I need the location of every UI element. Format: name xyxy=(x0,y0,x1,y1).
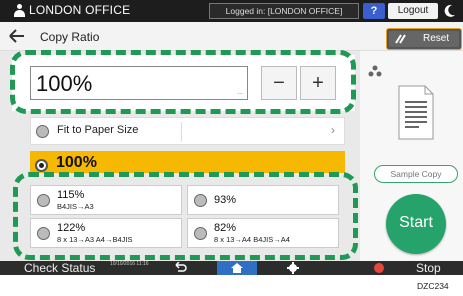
home-icon xyxy=(231,263,243,273)
sample-copy-button[interactable]: Sample Copy xyxy=(374,165,458,183)
eraser-icon xyxy=(395,34,406,44)
user-icon xyxy=(14,4,25,17)
highlight-preset-ratios xyxy=(13,172,358,260)
highlight-ratio-entry xyxy=(10,50,356,114)
divider xyxy=(181,122,182,142)
chevron-right-icon: › xyxy=(331,123,335,137)
radio-button[interactable] xyxy=(36,125,49,138)
home-button[interactable] xyxy=(217,261,257,275)
selected-ratio-option[interactable]: 100% xyxy=(30,151,345,173)
office-name: LONDON OFFICE xyxy=(29,3,131,17)
fit-to-paper-size-label: Fit to Paper Size xyxy=(57,124,139,136)
reset-label: Reset xyxy=(423,33,450,44)
back-arrow-icon[interactable] xyxy=(8,28,26,44)
return-arrow-icon[interactable] xyxy=(173,262,187,274)
stop-button[interactable]: Stop xyxy=(416,261,441,275)
start-label: Start xyxy=(399,214,433,231)
help-button[interactable]: ? xyxy=(363,3,385,19)
start-button[interactable]: Start xyxy=(386,194,446,254)
logout-button[interactable]: Logout xyxy=(388,3,438,19)
reset-button[interactable]: Reset xyxy=(386,28,462,50)
check-status-button[interactable]: Check Status xyxy=(24,261,95,275)
selected-ratio-label: 100% xyxy=(56,154,97,171)
top-status-bar: LONDON OFFICE Logged in: [LONDON OFFICE]… xyxy=(0,0,463,22)
copy-ratio-screen: LONDON OFFICE Logged in: [LONDON OFFICE]… xyxy=(0,0,463,296)
date-time: 10/10/2016 11:16 xyxy=(110,261,149,267)
gear-icon[interactable] xyxy=(287,262,299,274)
radio-button-selected[interactable] xyxy=(35,159,48,172)
document-preview-icon xyxy=(398,85,434,140)
stop-icon[interactable] xyxy=(374,263,384,273)
figure-code: DZC234 xyxy=(417,281,449,291)
energy-saver-moon-icon[interactable] xyxy=(444,4,456,17)
login-status: Logged in: [LONDON OFFICE] xyxy=(209,3,359,19)
page-title: Copy Ratio xyxy=(40,30,100,44)
bottom-bar: Check Status 10/10/2016 11:16 Stop xyxy=(0,261,463,275)
fit-to-paper-size-option[interactable]: Fit to Paper Size › xyxy=(30,117,345,145)
toner-icon xyxy=(368,65,382,77)
